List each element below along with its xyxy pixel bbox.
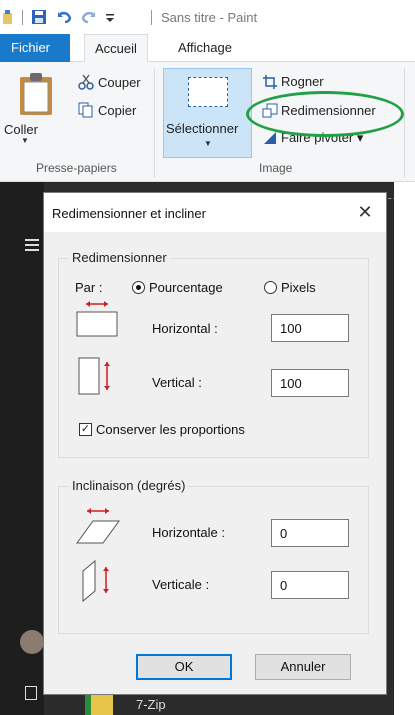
- window-title: Sans titre - Paint: [161, 10, 258, 25]
- keep-ratio-checkbox[interactable]: ✓: [79, 423, 92, 436]
- resize-legend: Redimensionner: [69, 250, 170, 265]
- resize-vertical-input[interactable]: [271, 369, 349, 397]
- image-group-label: Image: [259, 161, 293, 175]
- skew-vertical-label: Verticale :: [152, 577, 210, 592]
- crop-button[interactable]: Rogner: [281, 74, 324, 89]
- archive-icon: [85, 694, 113, 715]
- clipboard-group-label: Presse-papiers: [36, 161, 117, 175]
- cancel-button[interactable]: Annuler: [255, 654, 351, 680]
- resize-horizontal-label: Horizontal :: [152, 321, 218, 336]
- tab-view[interactable]: Affichage: [168, 34, 242, 62]
- select-label: Sélectionner: [166, 121, 239, 136]
- file-icon[interactable]: [25, 686, 37, 700]
- tab-file[interactable]: Fichier: [0, 34, 70, 62]
- cut-icon: [78, 74, 94, 90]
- pixels-label[interactable]: Pixels: [281, 280, 316, 295]
- select-dropdown-icon: ▼: [204, 139, 212, 148]
- redo-icon[interactable]: [80, 9, 96, 25]
- group-separator: [404, 68, 405, 178]
- dialog-title: Redimensionner et incliner: [52, 206, 206, 221]
- skew-group: Inclinaison (degrés) Horizontale : Verti…: [58, 478, 369, 634]
- ribbon-tabs: Fichier Accueil Affichage: [0, 34, 415, 63]
- skew-vertical-input[interactable]: [271, 571, 349, 599]
- resize-skew-dialog: Redimensionner et incliner ✕ Redimension…: [43, 192, 387, 695]
- crop-icon: [263, 75, 277, 89]
- close-icon[interactable]: ✕: [355, 202, 375, 223]
- undo-icon[interactable]: [57, 9, 73, 25]
- save-icon[interactable]: [31, 9, 47, 25]
- vertical-resize-icon: [78, 357, 110, 395]
- vertical-skew-icon: [82, 559, 109, 603]
- select-button[interactable]: Sélectionner ▼: [163, 68, 252, 158]
- percent-radio[interactable]: [132, 281, 145, 294]
- ok-button[interactable]: OK: [136, 654, 232, 680]
- cut-button[interactable]: Couper: [98, 75, 141, 90]
- tab-home[interactable]: Accueil: [84, 34, 148, 63]
- paste-icon[interactable]: [18, 72, 54, 116]
- resize-vertical-label: Vertical :: [152, 375, 202, 390]
- separator: [151, 10, 152, 25]
- background-item-label[interactable]: 7-Zip: [136, 697, 166, 712]
- horizontal-resize-icon: [76, 301, 118, 337]
- group-separator: [154, 68, 155, 178]
- dialog-titlebar: Redimensionner et incliner ✕: [44, 193, 386, 232]
- percent-label[interactable]: Pourcentage: [149, 280, 223, 295]
- paste-dropdown-icon[interactable]: ▼: [21, 136, 29, 145]
- title-bar: Sans titre - Paint: [0, 0, 415, 34]
- copy-button[interactable]: Copier: [98, 103, 136, 118]
- rotate-icon: [264, 132, 276, 144]
- select-frame-icon: [188, 77, 228, 107]
- by-label: Par :: [75, 280, 103, 295]
- avatar[interactable]: [20, 630, 44, 654]
- paint-app-icon: [3, 10, 12, 24]
- customize-toolbar-icon[interactable]: [105, 9, 115, 25]
- resize-group: Redimensionner Par : Pourcentage Pixels …: [58, 250, 369, 458]
- separator: [22, 10, 23, 25]
- horizontal-skew-icon: [76, 508, 120, 544]
- menu-icon[interactable]: [25, 239, 39, 254]
- skew-legend: Inclinaison (degrés): [69, 478, 189, 493]
- keep-ratio-label[interactable]: Conserver les proportions: [96, 422, 245, 437]
- skew-horizontal-input[interactable]: [271, 519, 349, 547]
- highlight-annotation: [246, 91, 404, 137]
- canvas-edge: [394, 182, 415, 715]
- paste-button[interactable]: Coller: [4, 122, 38, 137]
- copy-icon: [78, 102, 93, 118]
- skew-horizontal-label: Horizontale :: [152, 525, 225, 540]
- pixels-radio[interactable]: [264, 281, 277, 294]
- resize-horizontal-input[interactable]: [271, 314, 349, 342]
